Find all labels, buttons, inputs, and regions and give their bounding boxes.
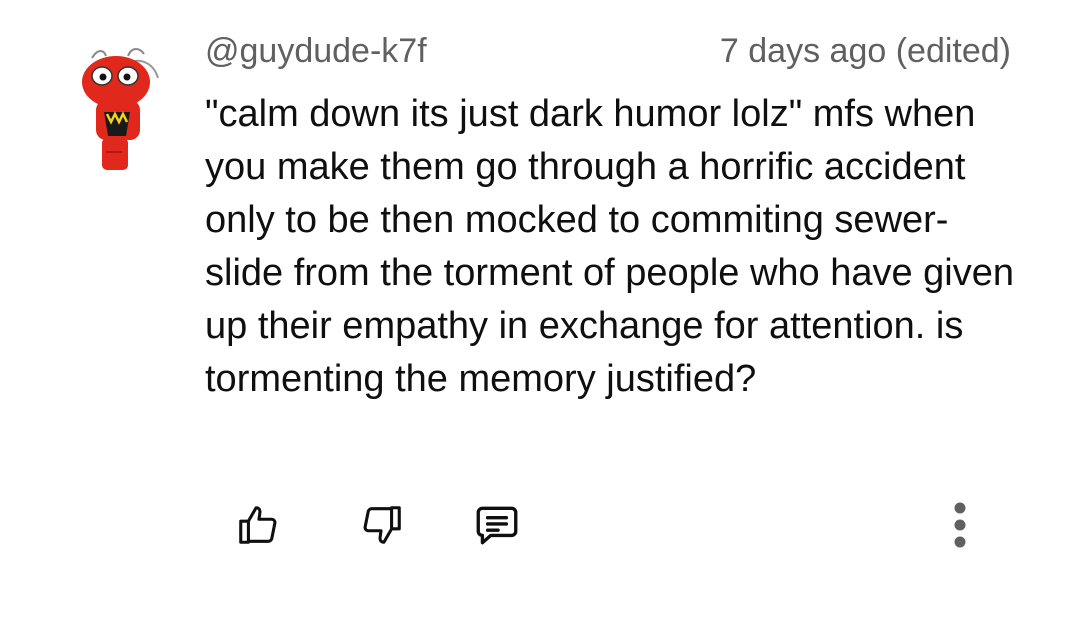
avatar[interactable] <box>70 40 166 180</box>
comment-author[interactable]: @guydude-k7f <box>205 32 427 71</box>
dislike-button[interactable] <box>352 495 412 555</box>
comment-text: "calm down its just dark humor lolz" mfs… <box>205 93 1015 400</box>
more-options-button[interactable] <box>930 495 990 555</box>
red-character-avatar-image <box>82 48 159 170</box>
comment-timestamp[interactable]: 7 days ago (edited) <box>720 32 1011 71</box>
comment-item: @guydude-k7f 7 days ago (edited) "calm d… <box>0 0 1079 628</box>
comment-icon <box>476 506 518 545</box>
like-button[interactable] <box>228 495 288 555</box>
thumbs-up-icon <box>239 506 277 544</box>
comment-actions <box>0 495 1079 565</box>
thumbs-down-icon <box>363 506 401 544</box>
reply-button[interactable] <box>467 495 527 555</box>
more-vertical-icon <box>954 502 966 548</box>
comment-header: @guydude-k7f 7 days ago (edited) <box>205 30 1011 78</box>
